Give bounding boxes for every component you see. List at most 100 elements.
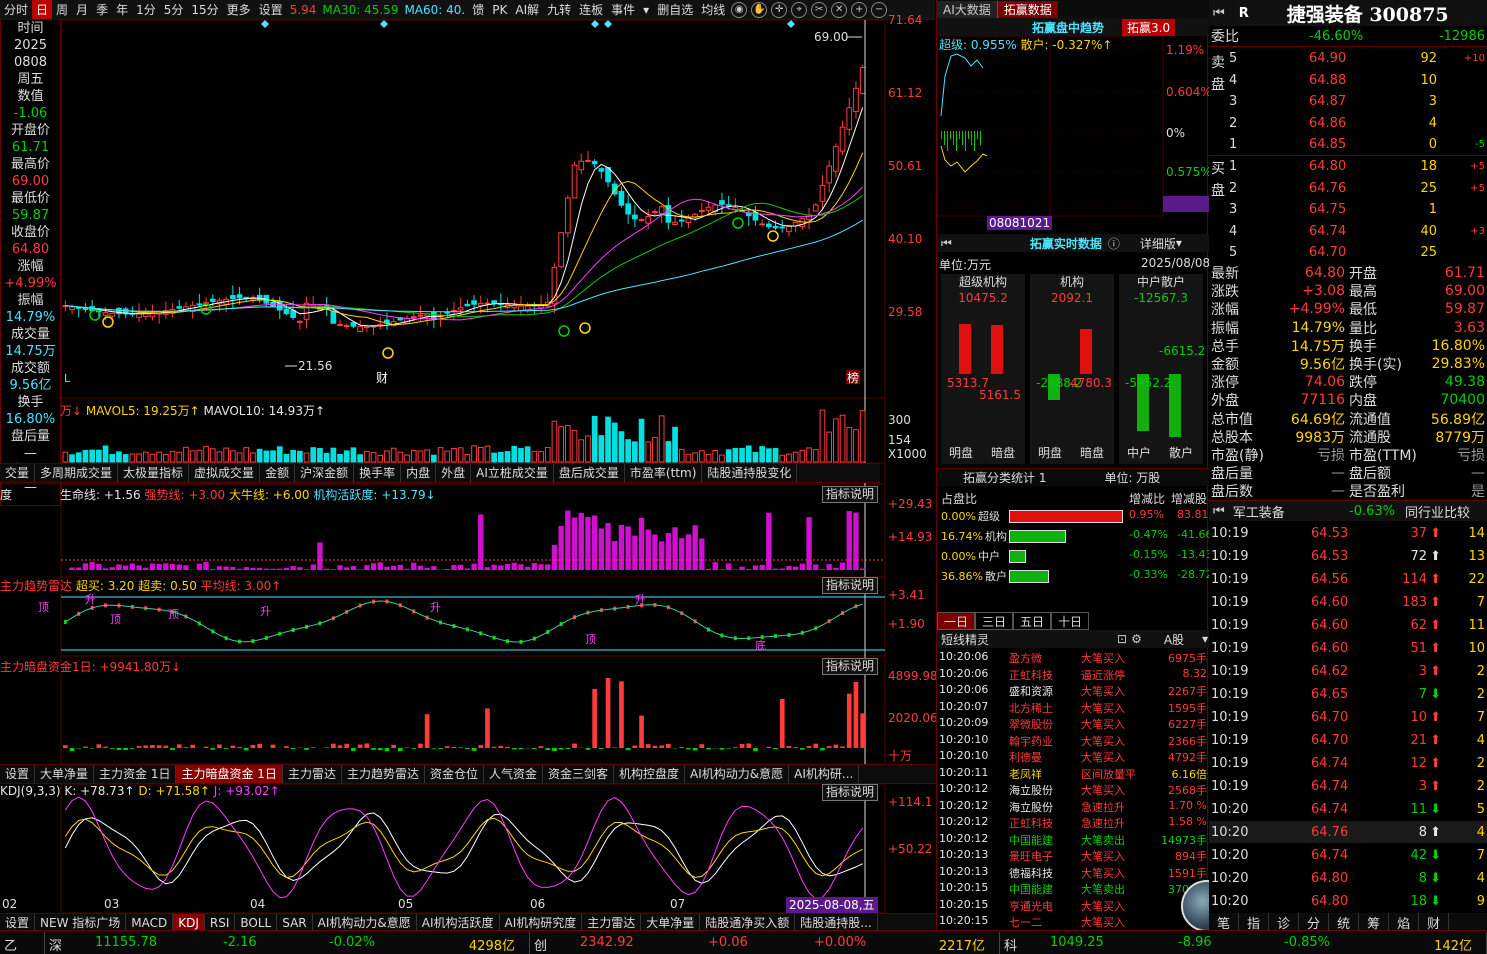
dark-fund-bar xyxy=(103,746,108,748)
right-tab[interactable]: 统 xyxy=(1329,913,1360,932)
indicator-tab[interactable]: 设置 xyxy=(0,765,36,783)
index-item[interactable]: 科 1049.25 -8.96 -0.85% 142亿 xyxy=(1000,931,1487,954)
indicator-tab[interactable]: 沪深金额 xyxy=(295,464,355,482)
indicator-tab[interactable]: 内盘 xyxy=(401,464,437,482)
intraday-tick: 1.19% xyxy=(1166,43,1204,57)
short-item[interactable]: 10:20:10 翰宇药业 大笔买入 2366手 xyxy=(939,733,1207,749)
indicator-tab[interactable]: 大单净量 xyxy=(35,765,95,783)
short-item[interactable]: 10:20:15亨通光电大笔买入7 xyxy=(939,898,1207,914)
indicator-tab[interactable]: AI机构动力&意愿 xyxy=(685,765,790,783)
info-icon[interactable]: ⓘ xyxy=(1108,235,1120,252)
short-item[interactable]: 10:20:12 中国能建 大笔卖出 14973手 xyxy=(939,832,1207,848)
fund-column-value: 10475.2 xyxy=(958,291,1008,305)
activity-bar xyxy=(283,567,290,570)
volume-bar xyxy=(96,449,102,463)
ind3-explain-button[interactable]: 指标说明 xyxy=(822,658,879,675)
indicator-tab[interactable]: 盘后成交量 xyxy=(554,464,625,482)
short-item[interactable]: 10:20:15中国能建大笔卖出3704手 xyxy=(939,881,1207,897)
period-tab[interactable]: 三日 xyxy=(975,612,1014,630)
realtime-date: 2025/08/08 xyxy=(1141,256,1211,270)
short-item[interactable]: 10:20:06 盛和资源 大笔买入 2267手 xyxy=(939,683,1207,699)
industry-compare-button[interactable]: 同行业比较 xyxy=(1405,502,1470,521)
indicator-tab[interactable]: 金额 xyxy=(260,464,296,482)
index-item[interactable]: 创 2342.92 +0.06 +0.00% 2217亿 xyxy=(530,931,1000,954)
expand-icon[interactable]: ⊡ xyxy=(1117,632,1127,646)
right-tab[interactable]: 焰 xyxy=(1389,913,1420,932)
detail-version-button[interactable]: 详细版 xyxy=(1140,235,1176,252)
short-item[interactable]: 10:20:15七一二大笔买入21 xyxy=(939,914,1207,930)
indicator-tab[interactable]: AI机构研... xyxy=(789,765,860,783)
indicator-tab[interactable]: 资金三剑客 xyxy=(543,765,615,783)
activity-bar xyxy=(377,562,383,570)
kdj-explain-button[interactable]: 指标说明 xyxy=(822,784,879,801)
short-item[interactable]: 10:20:06 盈方微 大笔买入 6975手 xyxy=(939,650,1207,666)
dark-fund-bar xyxy=(505,746,510,748)
indicator-tab[interactable]: 交量 xyxy=(0,464,36,482)
tab-ai-data[interactable]: AI大数据 xyxy=(937,0,998,18)
radar-label: 底 xyxy=(755,638,766,652)
ind2-explain-button[interactable]: 指标说明 xyxy=(822,577,879,594)
index-item[interactable]: 深 11155.78 -2.16 -0.02% 4298亿 xyxy=(45,931,530,954)
indicator-tab[interactable]: 人气资金 xyxy=(484,765,543,783)
short-item[interactable]: 10:20:13 德福科技 大笔买入 1591手 xyxy=(939,865,1207,881)
indicator-tab[interactable]: 换手率 xyxy=(354,464,402,482)
indicator-tab[interactable]: 外盘 xyxy=(436,464,472,482)
indicator-tab[interactable]: 主力雷达 xyxy=(283,765,342,783)
index-item[interactable]: 乙 xyxy=(0,931,45,954)
short-event: 大笔卖出 xyxy=(1081,883,1125,896)
volume-bar xyxy=(350,447,357,463)
right-tab[interactable]: 筹 xyxy=(1359,913,1390,932)
right-tab[interactable]: 笔 xyxy=(1209,913,1240,932)
realtime-back-icon[interactable]: ⏮ xyxy=(941,236,952,251)
market-select[interactable]: A股 xyxy=(1164,631,1184,648)
volume-bar xyxy=(665,441,672,463)
indicator-tab[interactable]: 太极量指标 xyxy=(118,464,190,482)
dark-fund-bar xyxy=(444,746,450,748)
tab-tuoying-data[interactable]: 拓赢数据 xyxy=(997,0,1058,18)
industry-back-icon[interactable]: ⏮ xyxy=(1213,504,1225,519)
indicator-tab[interactable]: 资金仓位 xyxy=(425,765,484,783)
dark-fund-bar xyxy=(692,748,698,751)
cursor-data-item: 数值 xyxy=(17,89,44,104)
short-item[interactable]: 10:20:12 海立股份 大笔买入 2568手 xyxy=(939,782,1207,798)
indicator-tab[interactable]: 虚拟成交量 xyxy=(189,464,261,482)
candle xyxy=(330,310,337,324)
fund-indicator-tabs: 设置 大单净量 主力资金 1日 主力暗盘资金 1日 主力雷达 主力趋势雷达 资金仓位 人气资金… xyxy=(0,764,936,784)
indicator-tab[interactable]: AI立桩成交量 xyxy=(471,464,554,482)
indicator-tab[interactable]: 陆股通持股变化 xyxy=(702,464,798,482)
indicator-tab[interactable]: 市盈率(ttm) xyxy=(625,464,703,482)
chevron-down-icon[interactable]: ▾ xyxy=(1202,632,1208,646)
gear-icon[interactable]: ⚙ xyxy=(1131,632,1142,646)
right-tab[interactable]: 指 xyxy=(1239,913,1270,932)
short-item[interactable]: 10:20:09 翠微股份 大笔买入 6227手 xyxy=(939,716,1207,732)
short-item[interactable]: 10:20:12 正虹科技 急速拉升 1.58 % xyxy=(939,815,1207,831)
back-icon[interactable]: ⏮ xyxy=(1213,6,1225,21)
volume-bar xyxy=(766,448,772,463)
period-tab[interactable]: 五日 xyxy=(1013,612,1052,630)
period-tab[interactable]: 十日 xyxy=(1051,612,1090,630)
indicator-tab[interactable]: 多周期成交量 xyxy=(35,464,119,482)
short-item[interactable]: 10:20:12 海立股份 急速拉升 1.70 % xyxy=(939,799,1207,815)
volume-bar xyxy=(410,449,417,463)
short-item[interactable]: 10:20:06 正虹科技 逼近涨停 8.32 xyxy=(939,667,1207,683)
period-tab[interactable]: 一日 xyxy=(937,612,976,630)
activity-bar xyxy=(612,540,618,570)
arrow-up-icon: ⬆ xyxy=(1430,824,1441,840)
right-tab[interactable]: 诊 xyxy=(1269,913,1300,932)
dropdown-icon[interactable]: ▾ xyxy=(1176,236,1182,250)
indicator-tab[interactable]: 机构控盘度 xyxy=(614,765,686,783)
short-item[interactable]: 10:20:11 老凤祥 区间放量平 6.16倍 xyxy=(939,766,1207,782)
short-item[interactable]: 10:20:10 利德曼 大笔买入 4792手 xyxy=(939,749,1207,765)
short-item[interactable]: 10:20:07 北方稀土 大笔买入 1595手 xyxy=(939,700,1207,716)
indicator-tab[interactable]: 主力暗盘资金 1日 xyxy=(176,765,283,783)
dark-fund-bar xyxy=(565,748,571,750)
short-item[interactable]: 10:20:13 景旺电子 大笔买入 894手 xyxy=(939,848,1207,864)
cursor-data-item: 盘后量 xyxy=(10,429,50,444)
ind1-explain-button[interactable]: 指标说明 xyxy=(822,486,879,503)
indicator-tab[interactable]: 主力资金 1日 xyxy=(94,765,177,783)
indicator-tab[interactable]: 主力趋势雷达 xyxy=(342,765,425,783)
right-tab[interactable]: 财 xyxy=(1419,913,1450,932)
volume-bar xyxy=(457,447,464,463)
fund-right-value: 5161.5 xyxy=(979,388,1021,402)
right-tab[interactable]: 分 xyxy=(1299,913,1330,932)
